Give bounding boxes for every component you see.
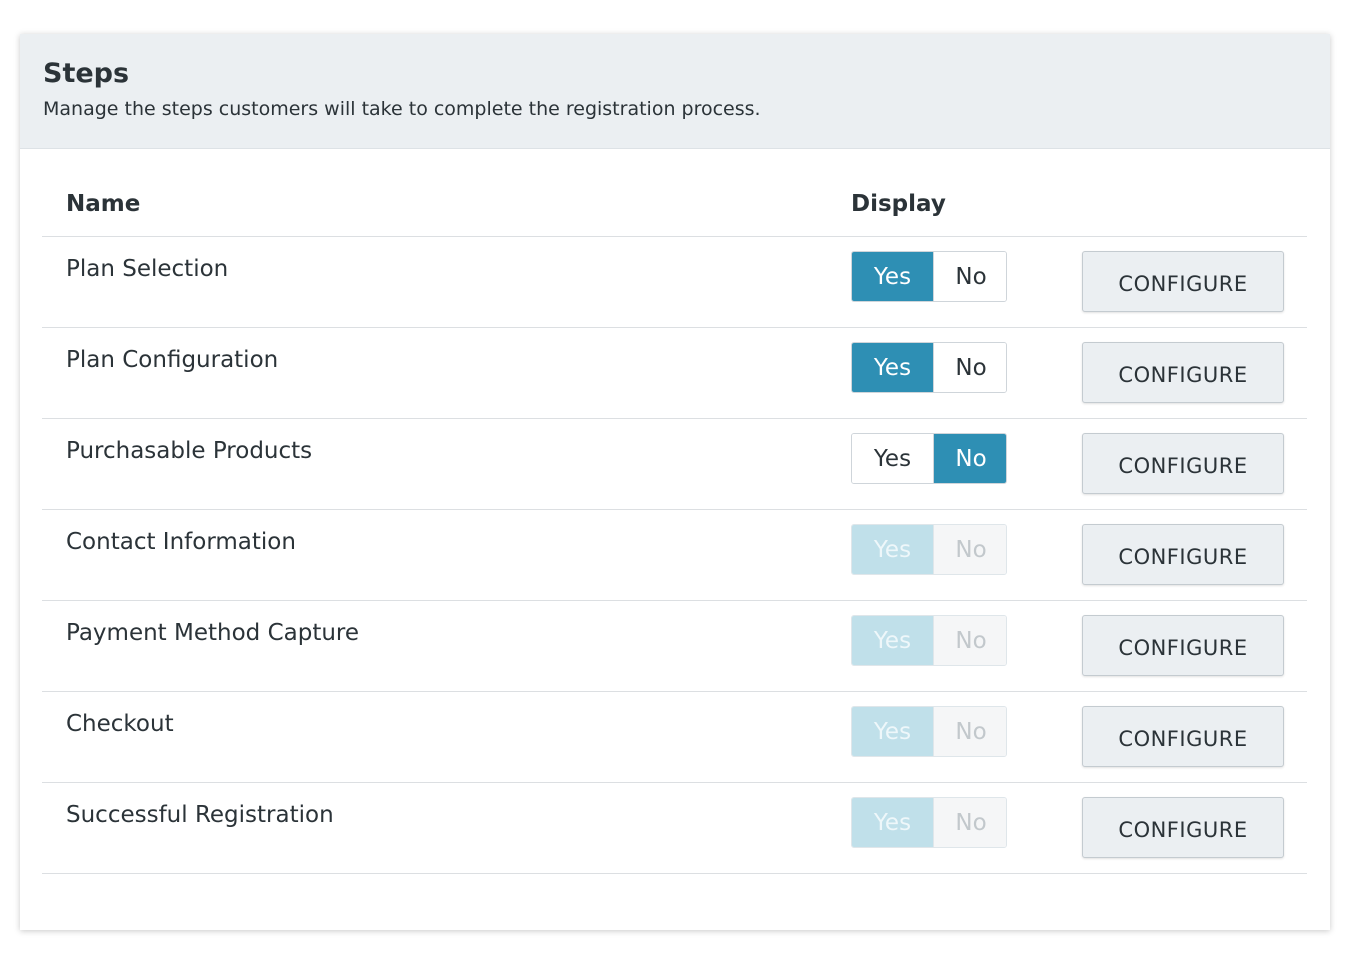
display-yes-option: Yes (852, 707, 934, 756)
configure-button[interactable]: CONFIGURE (1082, 524, 1284, 585)
table-body: Plan Selection Yes No CONFIGURE Plan Configu… (42, 237, 1307, 874)
display-yes-option[interactable]: Yes (852, 434, 934, 483)
configure-button[interactable]: CONFIGURE (1082, 342, 1284, 403)
table-row: Purchasable Products Yes No CONFIGURE (42, 419, 1307, 510)
display-no-option: No (934, 616, 1006, 665)
steps-panel: Steps Manage the steps customers will ta… (20, 34, 1330, 930)
table-row: Payment Method Capture Yes No CONFIGURE (42, 601, 1307, 692)
display-toggle: Yes No (851, 342, 1007, 393)
table-row: Plan Configuration Yes No CONFIGURE (42, 328, 1307, 419)
step-name: Purchasable Products (66, 438, 313, 464)
configure-button[interactable]: CONFIGURE (1082, 797, 1284, 858)
table-header: Name Display (42, 184, 1307, 237)
step-name: Plan Configuration (66, 347, 279, 373)
column-header-name: Name (66, 191, 141, 217)
display-toggle: Yes No (851, 251, 1007, 302)
configure-button[interactable]: CONFIGURE (1082, 615, 1284, 676)
display-toggle: Yes No (851, 797, 1007, 848)
display-no-option: No (934, 798, 1006, 847)
column-header-display: Display (851, 191, 946, 217)
table-row: Contact Information Yes No CONFIGURE (42, 510, 1307, 601)
panel-subtitle: Manage the steps customers will take to … (43, 98, 761, 120)
configure-button[interactable]: CONFIGURE (1082, 251, 1284, 312)
display-yes-option[interactable]: Yes (852, 343, 934, 392)
configure-button[interactable]: CONFIGURE (1082, 706, 1284, 767)
display-no-option[interactable]: No (934, 343, 1006, 392)
display-no-option[interactable]: No (934, 434, 1006, 483)
display-toggle: Yes No (851, 524, 1007, 575)
display-yes-option[interactable]: Yes (852, 252, 934, 301)
steps-table: Name Display Plan Selection Yes No CONFIGUR… (42, 184, 1307, 874)
display-yes-option: Yes (852, 616, 934, 665)
display-toggle: Yes No (851, 615, 1007, 666)
table-row: Plan Selection Yes No CONFIGURE (42, 237, 1307, 328)
display-toggle: Yes No (851, 706, 1007, 757)
step-name: Contact Information (66, 529, 296, 555)
panel-title: Steps (43, 58, 130, 89)
display-yes-option: Yes (852, 525, 934, 574)
panel-header: Steps Manage the steps customers will ta… (20, 34, 1330, 149)
step-name: Payment Method Capture (66, 620, 360, 646)
display-yes-option: Yes (852, 798, 934, 847)
step-name: Successful Registration (66, 802, 334, 828)
display-no-option[interactable]: No (934, 252, 1006, 301)
step-name: Checkout (66, 711, 174, 737)
table-row: Successful Registration Yes No CONFIGURE (42, 783, 1307, 874)
display-no-option: No (934, 707, 1006, 756)
table-row: Checkout Yes No CONFIGURE (42, 692, 1307, 783)
display-toggle: Yes No (851, 433, 1007, 484)
display-no-option: No (934, 525, 1006, 574)
step-name: Plan Selection (66, 256, 229, 282)
configure-button[interactable]: CONFIGURE (1082, 433, 1284, 494)
